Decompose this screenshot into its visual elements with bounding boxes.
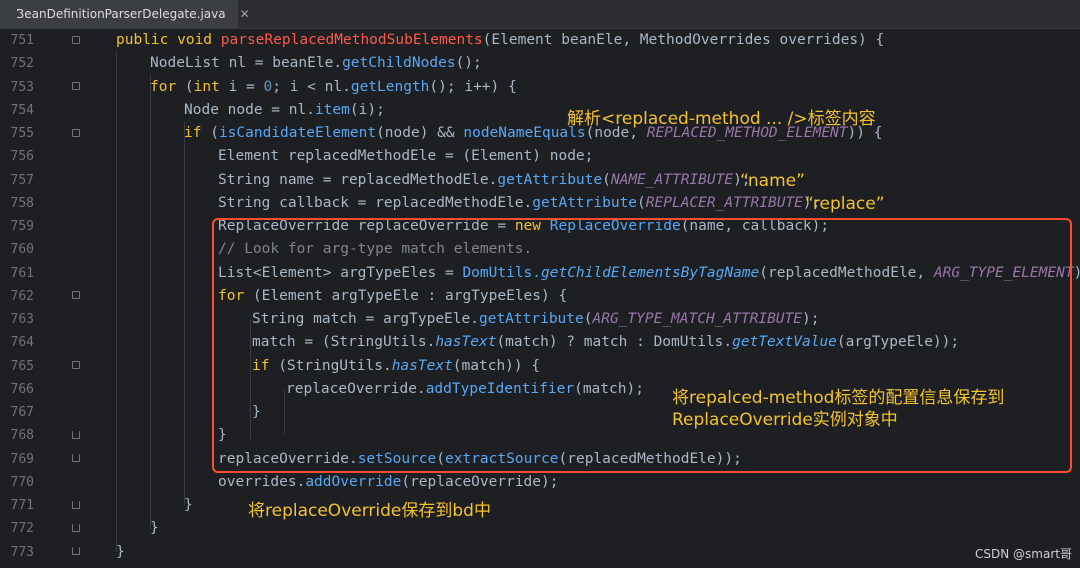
code-line-754: Node node = nl.item(i);: [184, 99, 385, 122]
code-token: 0: [263, 78, 273, 95]
code-token: ();: [455, 55, 482, 72]
code-token: (: [602, 171, 611, 188]
line-number: 772: [10, 521, 34, 537]
code-line-758: String callback = replacedMethodEle.getA…: [218, 192, 820, 215]
highlight-box: [212, 218, 1072, 473]
annotation-save-to-bd: 将replaceOverride保存到bd中: [248, 501, 491, 521]
fold-marker[interactable]: [72, 547, 80, 557]
code-token: (i);: [349, 101, 385, 118]
line-number: 757: [10, 172, 34, 188]
line-number: 751: [10, 33, 34, 48]
line-number: 756: [10, 149, 34, 165]
code-line-773: }: [116, 541, 125, 564]
line-number: 770: [10, 474, 34, 490]
line-number: 758: [10, 195, 34, 211]
close-icon[interactable]: ✕: [240, 7, 250, 21]
line-number: 769: [10, 451, 34, 467]
annotation-replace: “replace”: [805, 194, 885, 214]
code-line-752: NodeList nl = beanEle.getChildNodes();: [150, 52, 482, 75]
code-line-753: for (int i = 0; i < nl.getLength(); i++)…: [150, 76, 517, 99]
line-number: 764: [10, 335, 34, 351]
fold-marker[interactable]: [72, 454, 80, 464]
code-token: }: [116, 543, 125, 560]
code-token: getChildNodes: [342, 55, 456, 72]
annotation-parse-replaced-method: 解析<replaced-method ... />标签内容: [567, 109, 876, 129]
code-token: (); i++) {: [429, 78, 517, 95]
tab-bar: BeanDefinitionParserDelegate.java ✕: [0, 0, 1080, 29]
line-number: 771: [10, 498, 34, 513]
line-number: 752: [10, 56, 34, 72]
code-token: for: [150, 78, 177, 95]
code-token: (replaceOverride);: [401, 473, 559, 490]
code-token: }: [150, 520, 159, 537]
code-line-757: String name = replacedMethodEle.getAttri…: [218, 169, 751, 192]
code-token: item: [314, 101, 350, 118]
code-token: String name = replacedMethodEle.: [218, 171, 498, 188]
line-number: 762: [10, 288, 34, 304]
line-number: 763: [10, 312, 34, 327]
code-line-772: }: [150, 517, 159, 540]
fold-marker[interactable]: [72, 361, 80, 371]
fold-marker[interactable]: [72, 82, 80, 92]
code-token: }: [184, 497, 193, 513]
code-token: (: [176, 78, 194, 95]
line-number: 760: [10, 242, 34, 258]
tab-bean-definition-parser-delegate[interactable]: BeanDefinitionParserDelegate.java ✕: [0, 0, 250, 28]
code-line-751: public void parseReplacedMethodSubElemen…: [116, 29, 884, 52]
code-token: getLength: [350, 78, 430, 95]
tab-title: BeanDefinitionParserDelegate.java: [16, 7, 226, 21]
line-number: 761: [10, 265, 34, 281]
code-token: (Element beanEle, MethodOverrides overri…: [482, 32, 885, 48]
line-number: 754: [10, 102, 34, 118]
code-token: (node) &&: [376, 125, 464, 141]
code-token: (: [201, 125, 219, 141]
fold-marker[interactable]: [72, 501, 80, 511]
code-token: i =: [219, 78, 264, 95]
code-token: NAME_ATTRIBUTE: [610, 171, 734, 188]
code-token: overrides.: [218, 473, 306, 490]
code-token: public void: [116, 32, 221, 48]
line-number: 759: [10, 219, 34, 234]
code-token: isCandidateElement: [218, 125, 377, 141]
line-number: 773: [10, 544, 34, 560]
fold-marker[interactable]: [72, 431, 80, 441]
fold-marker[interactable]: [72, 524, 80, 534]
code-editor: BeanDefinitionParserDelegate.java ✕ 751 …: [0, 0, 1080, 568]
line-number: 755: [10, 126, 34, 141]
code-token: REPLACER_ATTRIBUTE: [645, 194, 803, 211]
code-token: ; i < nl.: [272, 78, 351, 95]
line-number: 766: [10, 381, 34, 397]
code-token: getAttribute: [497, 171, 603, 188]
code-token: parseReplacedMethodSubElements: [220, 32, 483, 48]
watermark: CSDN @smart哥: [975, 547, 1072, 561]
annotation-name: “name”: [740, 171, 805, 191]
code-token: Node node = nl.: [184, 101, 315, 118]
code-token: Element replacedMethodEle = (Element) no…: [218, 148, 594, 165]
code-token: NodeList nl = beanEle.: [150, 55, 343, 72]
line-number: 753: [10, 79, 34, 95]
indent-guide: [150, 75, 151, 529]
line-number: 765: [10, 358, 34, 374]
code-line-770: overrides.addOverride(replaceOverride);: [218, 471, 558, 494]
code-token: (: [637, 194, 646, 211]
line-number: 767: [10, 405, 34, 420]
code-token: String callback = replacedMethodEle.: [218, 194, 533, 211]
fold-marker[interactable]: [72, 291, 80, 301]
code-token: );: [1074, 265, 1080, 281]
indent-guide: [184, 122, 185, 505]
fold-marker[interactable]: [72, 36, 80, 46]
fold-marker[interactable]: [72, 129, 80, 139]
line-number-gutter: 751 752 753 754 755 756 757 758 759 760 …: [0, 29, 90, 568]
indent-guide: [116, 52, 117, 552]
code-token: getAttribute: [532, 194, 638, 211]
code-token: addOverride: [305, 473, 402, 490]
code-line-756: Element replacedMethodEle = (Element) no…: [218, 145, 593, 168]
annotation-save-config-line2: ReplaceOverride实例对象中: [672, 410, 898, 430]
code-token: if: [184, 125, 202, 141]
code-token: int: [193, 78, 220, 95]
code-line-771: }: [184, 494, 193, 517]
line-number: 768: [10, 428, 34, 444]
